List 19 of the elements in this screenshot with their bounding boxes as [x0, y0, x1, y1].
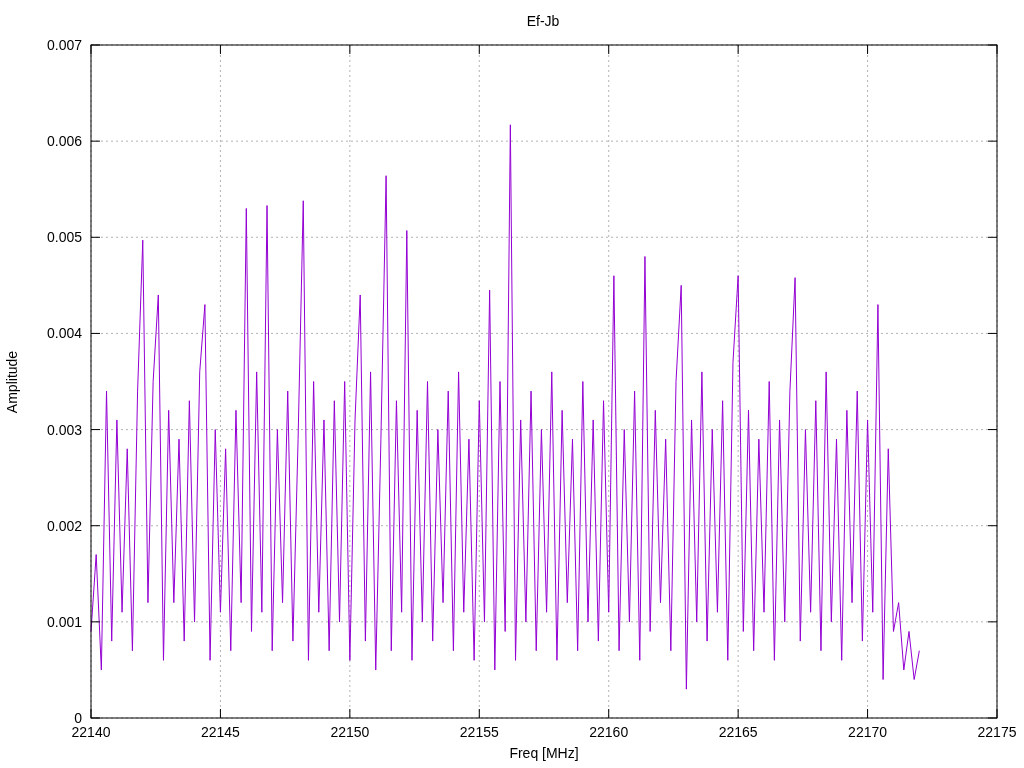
tick-label: 0: [74, 710, 82, 726]
tick-label: 0.002: [46, 517, 82, 534]
tick-label: 22140: [71, 724, 111, 740]
tick-label: 22170: [848, 724, 888, 740]
tick-label: 22155: [459, 724, 499, 740]
tick-label: 22150: [330, 724, 370, 740]
chart-title: Ef-Jb: [526, 13, 560, 29]
tick-label: 0.005: [46, 229, 82, 246]
y-axis-label: Amplitude: [4, 350, 20, 414]
tick-label: 0.003: [46, 421, 82, 438]
tick-label: 22145: [200, 724, 240, 740]
tick-label: 22165: [718, 724, 758, 740]
tick-label: 0.006: [46, 133, 82, 150]
tick-label: 0.004: [46, 325, 82, 342]
tick-label: 0.007: [46, 37, 82, 53]
tick-label: 22160: [589, 724, 629, 740]
tick-label: 22175: [977, 724, 1017, 740]
x-axis-label: Freq [MHz]: [509, 745, 579, 761]
tick-label: 0.001: [46, 613, 82, 630]
